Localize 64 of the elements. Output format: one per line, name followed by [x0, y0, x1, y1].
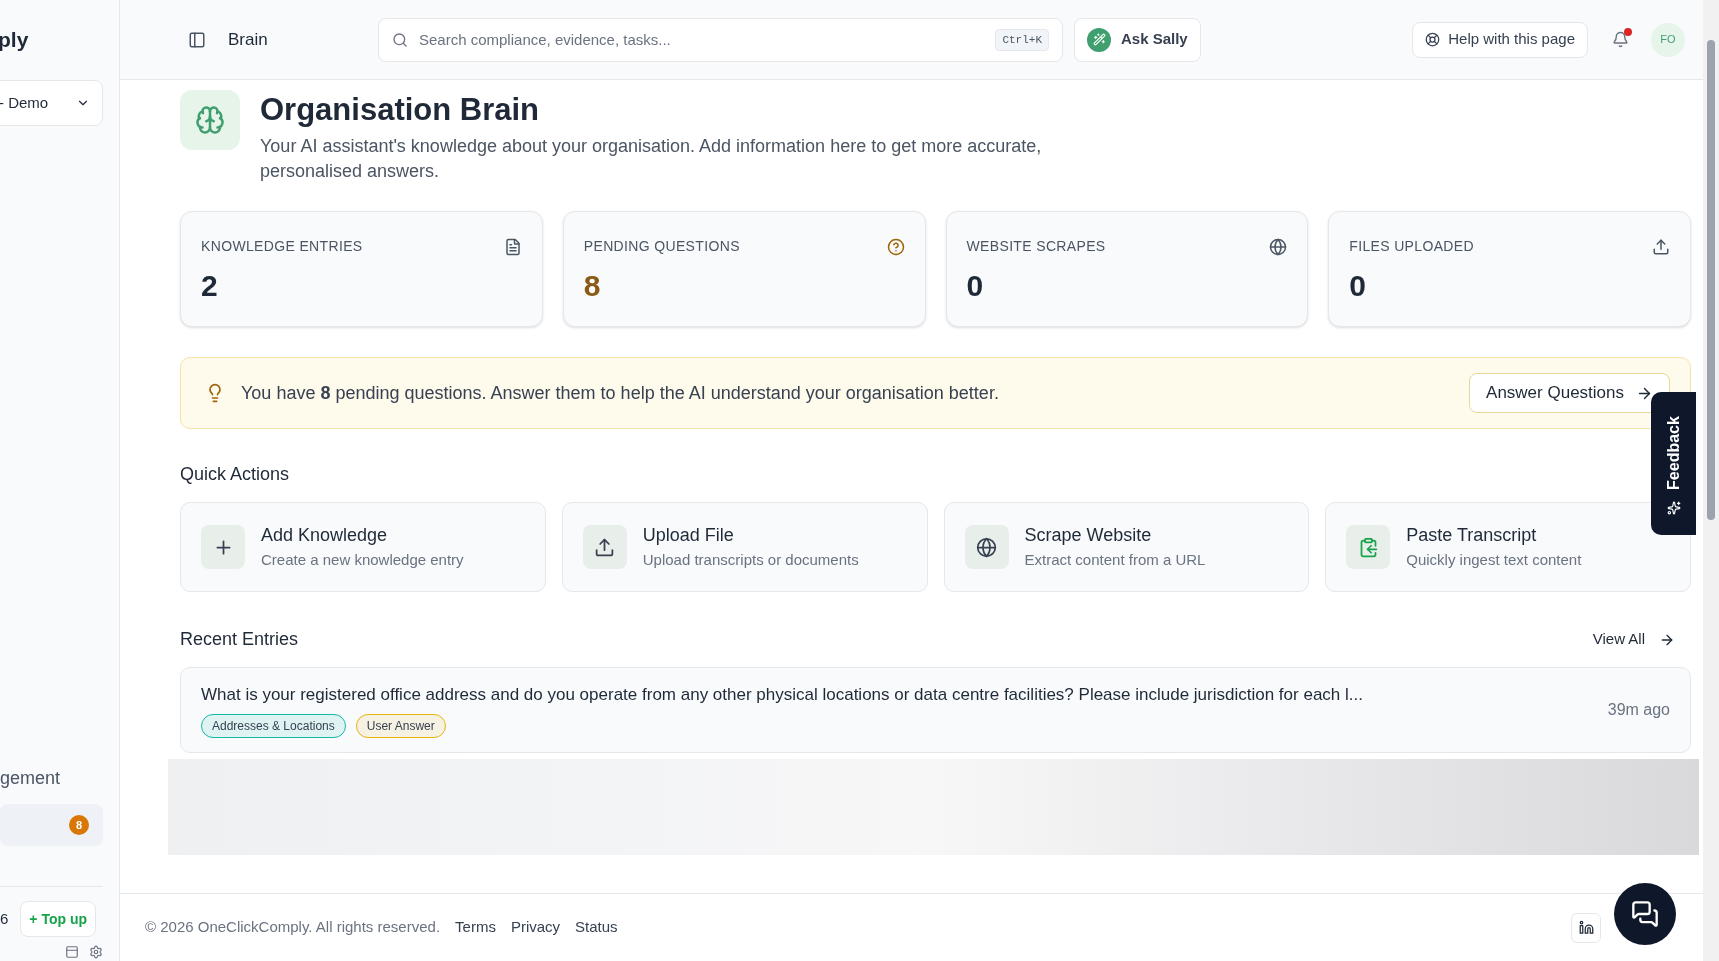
lifebuoy-icon: [1425, 32, 1441, 47]
stat-label: WEBSITE SCRAPES: [966, 237, 1106, 256]
settings-icon[interactable]: [89, 945, 103, 959]
question-icon: [886, 237, 905, 256]
action-title: Upload File: [642, 524, 735, 548]
action-subtitle: Extract content from a URL: [1024, 550, 1206, 571]
wand-icon: [1087, 27, 1111, 52]
action-subtitle: Quickly ingest text content: [1406, 550, 1582, 571]
feedback-tab[interactable]: Feedback: [1651, 392, 1696, 535]
page-breadcrumb: Brain: [228, 28, 269, 51]
chat-bubbles-icon: [1631, 900, 1659, 928]
nav-section-label: gement: [0, 767, 62, 790]
quick-action-card[interactable]: Paste Transcript Quickly ingest text content: [1325, 502, 1691, 592]
clipboard-icon: [1346, 525, 1391, 569]
footer-link[interactable]: Status: [575, 916, 618, 939]
action-subtitle: Upload transcripts or documents: [642, 550, 859, 571]
feedback-label: Feedback: [1663, 415, 1683, 490]
brain-icon: [180, 90, 240, 150]
quick-action-card[interactable]: Scrape Website Extract content from a URL: [943, 502, 1310, 592]
action-title: Add Knowledge: [261, 524, 389, 548]
notification-bell-icon[interactable]: [1612, 31, 1629, 48]
linkedin-icon[interactable]: [1571, 912, 1601, 943]
answer-questions-button[interactable]: Answer Questions: [1469, 373, 1670, 413]
document-icon: [503, 237, 522, 256]
view-all-link[interactable]: View All: [1592, 628, 1675, 651]
action-subtitle: Create a new knowledge entry: [261, 550, 464, 571]
globe-icon: [1269, 237, 1288, 256]
panel-icon[interactable]: [65, 945, 79, 959]
stat-value: 0: [1349, 268, 1367, 304]
quick-action-card[interactable]: Add Knowledge Create a new knowledge entry: [180, 502, 546, 592]
tag: User Answer: [355, 713, 446, 738]
plus-icon: [201, 525, 245, 569]
entry-title: What is your registered office address and do you operate from any other physical locations or data centre facilities? Please include jurisdiction for each l...: [201, 684, 1364, 707]
footer-link[interactable]: Terms: [455, 916, 496, 939]
help-button[interactable]: Help with this page: [1412, 21, 1588, 58]
credit-count: 6: [0, 908, 10, 929]
sidebar-toggle-icon[interactable]: [188, 30, 206, 49]
tag: Addresses & Locations: [201, 713, 346, 738]
copyright-text: © 2026 OneClickComply. All rights reserved.: [145, 917, 441, 938]
stat-value: 2: [201, 268, 219, 304]
footer-link[interactable]: Privacy: [510, 916, 561, 939]
brand-name: ply: [0, 27, 30, 54]
ask-assistant-button[interactable]: Ask Sally: [1074, 17, 1201, 62]
upload-icon: [582, 525, 627, 569]
banner-message: You have 8 pending questions. Answer them to help the AI understand your organisation better.: [241, 381, 1000, 405]
section-title: Recent Entries: [180, 628, 299, 651]
count-badge: 8: [69, 815, 89, 835]
entry-time: 39m ago: [1607, 700, 1670, 720]
stat-label: KNOWLEDGE ENTRIES: [201, 237, 363, 256]
action-title: Paste Transcript: [1406, 524, 1538, 548]
upload-icon: [1652, 237, 1670, 256]
stat-value: 0: [966, 268, 985, 304]
quick-action-card[interactable]: Upload File Upload transcripts or documents: [561, 502, 928, 592]
shortcut-hint: Ctrl+K: [995, 28, 1049, 51]
stat-label: FILES UPLOADED: [1349, 237, 1474, 256]
sparkle-icon: [1666, 500, 1681, 515]
page-description: Your AI assistant's knowledge about your organisation. Add information here to get more accurate, personalised answers.: [260, 135, 1043, 183]
stat-label: PENDING QUESTIONS: [583, 237, 740, 256]
search-icon: [392, 31, 408, 48]
action-title: Scrape Website: [1024, 524, 1153, 548]
page-title: Organisation Brain: [260, 91, 541, 129]
organisation-selector[interactable]: - Demo: [0, 80, 103, 126]
globe-icon: [964, 525, 1009, 569]
stat-value: 8: [583, 268, 602, 304]
